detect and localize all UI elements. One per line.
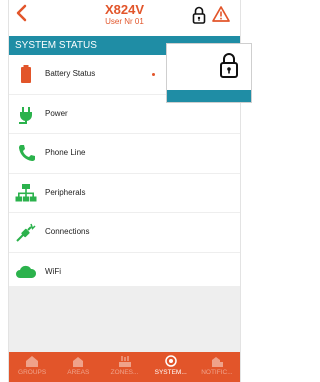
status-item-label: Peripherals bbox=[45, 187, 86, 197]
groups-icon bbox=[26, 356, 39, 367]
status-item-label: Power bbox=[45, 108, 68, 118]
empty-area bbox=[9, 286, 240, 352]
zones-icon bbox=[118, 356, 131, 367]
lock-icon[interactable] bbox=[192, 6, 206, 24]
status-item-connections[interactable]: Connections bbox=[9, 213, 240, 253]
status-item-label: Phone Line bbox=[45, 148, 86, 157]
tab-groups[interactable]: GROUPS bbox=[9, 352, 55, 382]
battery-icon bbox=[21, 65, 31, 83]
connections-icon bbox=[16, 223, 36, 242]
tab-system[interactable]: SYSTEM... bbox=[148, 352, 194, 382]
tab-areas[interactable]: AREAS bbox=[55, 352, 101, 382]
lock-icon bbox=[220, 53, 238, 78]
tab-label: NOTIFIC... bbox=[201, 369, 233, 376]
tab-label: SYSTEM... bbox=[154, 369, 187, 376]
power-plug-icon bbox=[19, 106, 32, 124]
status-item-label: Connections bbox=[45, 227, 90, 236]
top-bar: X824V User Nr 01 bbox=[9, 0, 240, 36]
tab-label: ZONES... bbox=[110, 369, 139, 376]
status-item-label: Battery Status bbox=[45, 69, 96, 78]
status-item-peripherals[interactable]: Peripherals bbox=[9, 174, 240, 213]
tab-notifications[interactable]: NOTIFIC... bbox=[194, 352, 240, 382]
status-item-phone-line[interactable]: Phone Line bbox=[9, 134, 240, 174]
areas-icon bbox=[73, 357, 84, 367]
popup-band bbox=[167, 90, 251, 102]
phone-icon bbox=[19, 145, 35, 161]
warning-icon[interactable] bbox=[212, 6, 230, 22]
bottom-tab-bar: GROUPS AREAS ZONES... SYSTEM... NOTIFIC.… bbox=[9, 352, 240, 382]
peripherals-icon bbox=[15, 183, 37, 201]
tab-label: GROUPS bbox=[18, 369, 47, 376]
lock-popup[interactable] bbox=[166, 43, 252, 103]
notifications-icon bbox=[211, 357, 223, 367]
alert-dot bbox=[152, 73, 155, 76]
system-icon bbox=[164, 355, 177, 367]
wifi-cloud-icon bbox=[16, 265, 37, 278]
tab-label: AREAS bbox=[67, 369, 90, 376]
tab-zones[interactable]: ZONES... bbox=[101, 352, 147, 382]
